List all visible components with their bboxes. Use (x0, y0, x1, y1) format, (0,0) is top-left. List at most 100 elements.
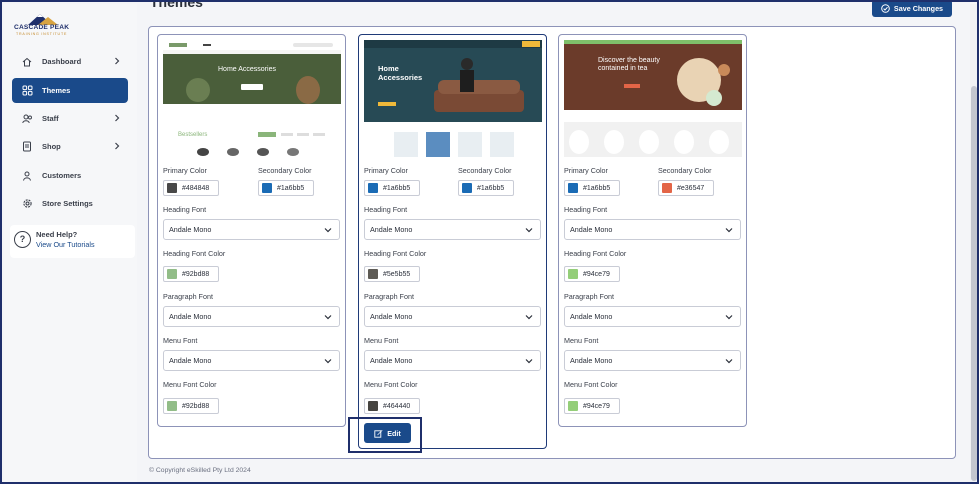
heading-font-color-picker[interactable]: #94ce79 (564, 266, 620, 282)
sidebar-item-label: Store Settings (42, 199, 93, 208)
paragraph-font-select[interactable]: Andale Mono (364, 306, 541, 327)
scrollbar-thumb[interactable] (971, 86, 977, 481)
tutorials-link[interactable]: View Our Tutorials (36, 240, 95, 249)
select-value: Andale Mono (169, 225, 212, 234)
chevron-right-icon (115, 142, 120, 150)
select-value: Andale Mono (570, 356, 613, 365)
secondary-color-label: Secondary Color (258, 166, 312, 175)
preview-headline-line-1: Discover the beauty (598, 57, 660, 64)
check-circle-icon (881, 4, 890, 13)
primary-color-picker[interactable]: #1a6bb5 (564, 180, 620, 196)
color-swatch (368, 401, 378, 411)
help-box: ? Need Help? View Our Tutorials (10, 225, 135, 258)
sidebar-item-dashboard[interactable]: Dashboard (12, 49, 128, 74)
chevron-down-icon (725, 359, 733, 364)
theme-card-1[interactable]: Home Accessories Bestsellers Primary Col… (157, 34, 346, 427)
sidebar-item-label: Themes (42, 86, 71, 95)
color-value: #1a6bb5 (277, 184, 305, 192)
heading-font-color-picker[interactable]: #5e5b55 (364, 266, 420, 282)
sidebar-item-label: Customers (42, 171, 82, 180)
customers-icon (12, 171, 42, 181)
save-changes-button[interactable]: Save Changes (872, 2, 952, 17)
chevron-right-icon (115, 57, 120, 65)
color-value: #1a6bb5 (477, 184, 505, 192)
sidebar-item-label: Shop (42, 142, 61, 151)
primary-color-label: Primary Color (163, 166, 207, 175)
secondary-color-label: Secondary Color (658, 166, 712, 175)
preview-section-title: Bestsellers (178, 132, 208, 138)
heading-font-select[interactable]: Andale Mono (364, 219, 541, 240)
preview-headline: Discover the beauty contained in tea (598, 57, 660, 73)
sidebar-item-themes[interactable]: Themes (12, 78, 128, 103)
staff-icon (12, 114, 42, 124)
menu-font-select[interactable]: Andale Mono (163, 350, 340, 371)
heading-font-label: Heading Font (364, 205, 408, 214)
menu-font-select[interactable]: Andale Mono (564, 350, 741, 371)
color-value: #94ce79 (583, 270, 610, 278)
menu-font-label: Menu Font (564, 336, 599, 345)
menu-font-color-picker[interactable]: #92bd88 (163, 398, 219, 414)
sidebar-item-shop[interactable]: Shop (12, 134, 128, 159)
primary-color-picker[interactable]: #1a6bb5 (364, 180, 420, 196)
edit-button[interactable]: Edit (364, 423, 411, 443)
color-value: #92bd88 (182, 402, 210, 410)
color-swatch (568, 183, 578, 193)
secondary-color-picker[interactable]: #1a6bb5 (458, 180, 514, 196)
question-icon: ? (14, 231, 31, 248)
copyright-text: © Copyright eSkilled Pty Ltd 2024 (149, 467, 251, 474)
sidebar-item-customers[interactable]: Customers (12, 163, 128, 188)
sidebar-item-staff[interactable]: Staff (12, 106, 128, 131)
shop-icon (12, 141, 42, 152)
primary-color-picker[interactable]: #484848 (163, 180, 219, 196)
paragraph-font-label: Paragraph Font (163, 292, 213, 301)
chevron-right-icon (115, 114, 120, 122)
paragraph-font-label: Paragraph Font (564, 292, 614, 301)
color-swatch (262, 183, 272, 193)
select-value: Andale Mono (570, 312, 613, 321)
sidebar-item-label: Staff (42, 114, 59, 123)
sidebar: CASCADE PEAK TRAINING INSTITUTE Dashboar… (4, 4, 137, 482)
edit-button-label: Edit (387, 428, 401, 438)
color-value: #464440 (383, 402, 411, 410)
dashboard-icon (12, 57, 42, 67)
heading-font-select[interactable]: Andale Mono (163, 219, 340, 240)
chevron-down-icon (725, 228, 733, 233)
select-value: Andale Mono (370, 225, 413, 234)
menu-font-color-picker[interactable]: #94ce79 (564, 398, 620, 414)
color-value: #1a6bb5 (583, 184, 611, 192)
edit-icon (374, 429, 383, 438)
menu-font-color-label: Menu Font Color (364, 380, 418, 389)
theme-card-3[interactable]: Discover the beauty contained in tea Pri… (558, 34, 747, 427)
color-swatch (568, 401, 578, 411)
color-swatch (662, 183, 672, 193)
select-value: Andale Mono (570, 225, 613, 234)
secondary-color-picker[interactable]: #1a6bb5 (258, 180, 314, 196)
save-changes-label: Save Changes (893, 4, 944, 13)
color-value: #1a6bb5 (383, 184, 411, 192)
app-window: CASCADE PEAK TRAINING INSTITUTE Dashboar… (0, 0, 979, 484)
heading-font-color-picker[interactable]: #92bd88 (163, 266, 219, 282)
sidebar-item-store-settings[interactable]: Store Settings (12, 191, 128, 216)
menu-font-select[interactable]: Andale Mono (364, 350, 541, 371)
color-swatch (462, 183, 472, 193)
theme-card-2[interactable]: Home Accessories Primary Color Secondary… (358, 34, 547, 449)
color-swatch (368, 183, 378, 193)
heading-font-label: Heading Font (564, 205, 608, 214)
menu-font-color-picker[interactable]: #464440 (364, 398, 420, 414)
paragraph-font-select[interactable]: Andale Mono (564, 306, 741, 327)
heading-font-select[interactable]: Andale Mono (564, 219, 741, 240)
logo-tagline: TRAINING INSTITUTE (16, 32, 68, 36)
color-swatch (167, 269, 177, 279)
logo[interactable]: CASCADE PEAK TRAINING INSTITUTE (14, 12, 78, 40)
menu-font-color-label: Menu Font Color (564, 380, 618, 389)
select-value: Andale Mono (169, 312, 212, 321)
select-value: Andale Mono (370, 356, 413, 365)
color-value: #94ce79 (583, 402, 610, 410)
paragraph-font-label: Paragraph Font (364, 292, 414, 301)
paragraph-font-select[interactable]: Andale Mono (163, 306, 340, 327)
menu-font-label: Menu Font (364, 336, 399, 345)
theme-preview-image: Home Accessories (364, 40, 542, 157)
secondary-color-picker[interactable]: #e36547 (658, 180, 714, 196)
preview-headline-line-2: Accessories (378, 73, 423, 82)
select-value: Andale Mono (169, 356, 212, 365)
